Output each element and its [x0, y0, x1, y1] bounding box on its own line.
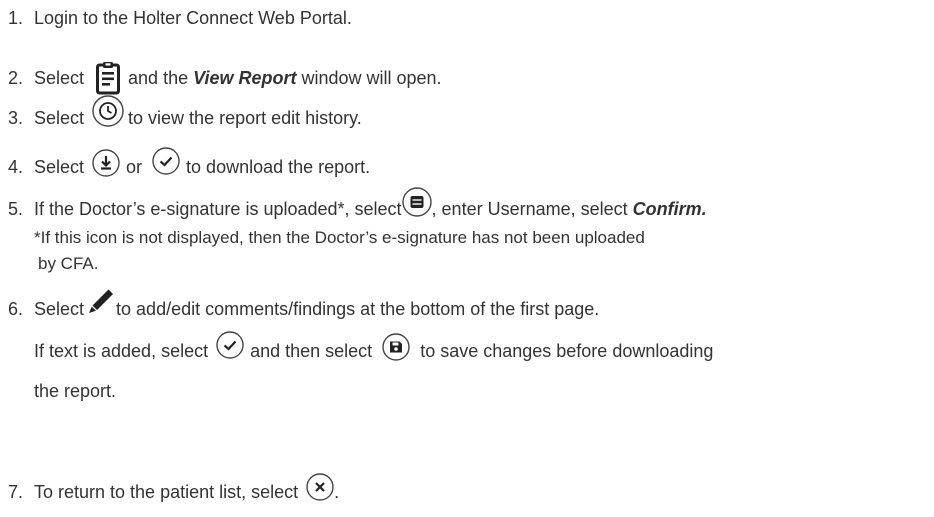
step-text: If text is added, select — [34, 341, 209, 361]
step-text: Select — [34, 108, 85, 128]
checkmark-icon — [216, 331, 244, 359]
step-1: 1. Login to the Holter Connect Web Porta… — [8, 7, 352, 29]
step-text: or — [126, 157, 143, 177]
step-text: to save changes before downloading — [420, 341, 714, 361]
step-text: To return to the patient list, select — [34, 482, 299, 502]
note-text: by CFA. — [38, 254, 99, 273]
step-text: Select — [34, 68, 85, 88]
step-number: 1. — [8, 8, 24, 28]
step-6-line-3: the report. — [34, 380, 116, 402]
step-text: Select — [34, 157, 85, 177]
checkmark-icon — [152, 147, 180, 175]
step-number: 7. — [8, 482, 24, 502]
step-text: . — [334, 482, 340, 502]
step-text: to download the report. — [186, 157, 371, 177]
step-7: 7. To return to the patient list, select… — [8, 473, 340, 503]
step-text: and the — [128, 68, 189, 88]
step-5: 5. If the Doctor’s e-signature is upload… — [8, 187, 707, 220]
step-text: to view the report edit history. — [128, 108, 362, 128]
step-number: 3. — [8, 108, 24, 128]
step-number: 6. — [8, 299, 24, 319]
step-text: to add/edit comments/findings at the bot… — [116, 299, 600, 319]
step-4: 4. Select or to download the report. — [8, 147, 371, 178]
step-5-note-cont: by CFA. — [38, 253, 98, 275]
step-2: 2. Select and the View Report window wil… — [8, 61, 442, 95]
step-6-line-2: If text is added, select and then select… — [34, 331, 714, 362]
clipboard-report-icon — [96, 61, 121, 95]
step-text: Select — [34, 299, 85, 319]
close-x-icon — [306, 473, 334, 501]
step-text: , enter Username, select — [431, 199, 628, 219]
step-number: 4. — [8, 157, 24, 177]
signature-list-icon — [401, 187, 432, 217]
view-report-label: View Report — [193, 68, 297, 88]
step-text: and then select — [250, 341, 373, 361]
note-text: *If this icon is not displayed, then the… — [34, 228, 645, 247]
clock-icon — [92, 95, 124, 127]
download-icon — [92, 149, 120, 177]
step-text: the report. — [34, 381, 117, 401]
step-3: 3. Select to view the report edit histor… — [8, 95, 362, 129]
step-6: 6. Select to add/edit comments/findings … — [8, 289, 600, 320]
step-number: 5. — [8, 199, 24, 219]
pencil-icon — [88, 288, 114, 316]
step-number: 2. — [8, 68, 24, 88]
step-text: window will open. — [301, 68, 442, 88]
step-5-note: *If this icon is not displayed, then the… — [34, 227, 645, 249]
step-text: Login to the Holter Connect Web Portal. — [34, 8, 352, 28]
save-disk-icon — [382, 333, 410, 361]
step-text: If the Doctor’s e-signature is uploaded*… — [34, 199, 402, 219]
confirm-label: Confirm. — [632, 199, 707, 219]
